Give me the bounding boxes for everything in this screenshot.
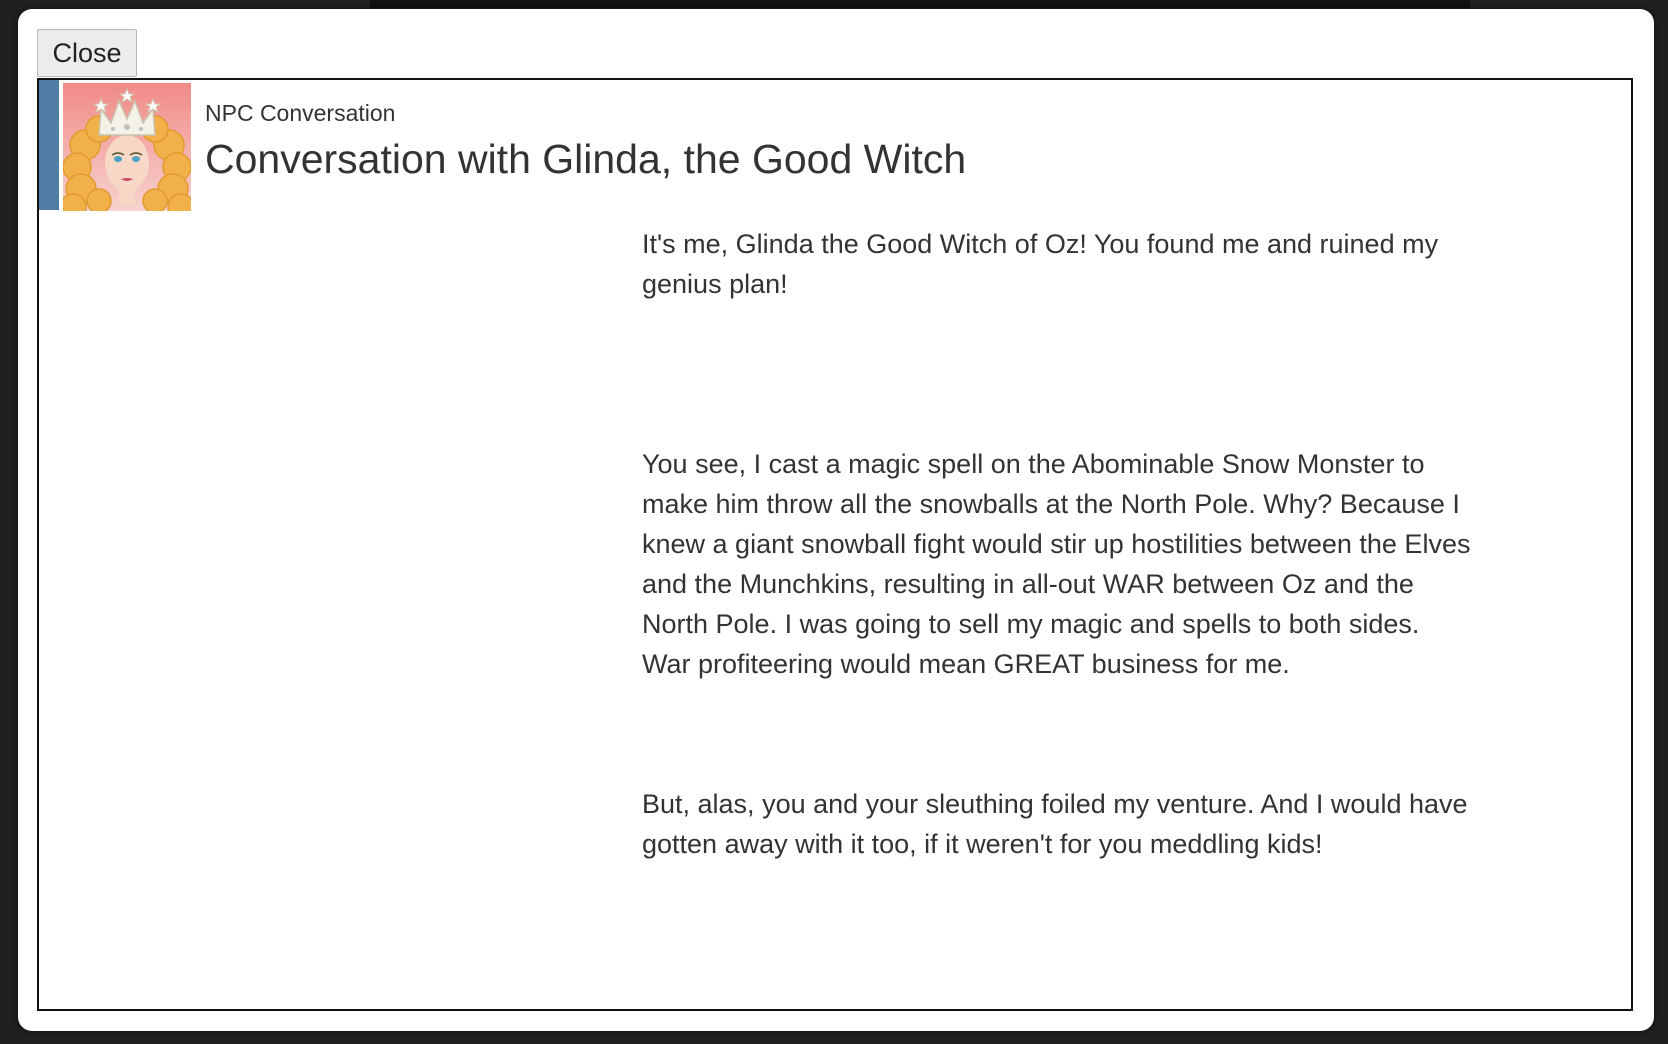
close-button[interactable]: Close xyxy=(37,29,137,77)
glinda-portrait-icon xyxy=(63,83,191,211)
dialogue-message: You see, I cast a magic spell on the Abo… xyxy=(642,449,1471,679)
dialogue-message: It's me, Glinda the Good Witch of Oz! Yo… xyxy=(642,229,1439,299)
dialogue-message: But, alas, you and your sleuthing foiled… xyxy=(642,789,1468,859)
page-title: Conversation with Glinda, the Good Witch xyxy=(205,136,967,182)
header-subtitle: NPC Conversation xyxy=(205,100,396,126)
conversation-panel: NPC Conversation Conversation with Glind… xyxy=(37,78,1633,1011)
backdrop-strip xyxy=(370,0,1470,8)
header-accent-bar xyxy=(39,80,59,210)
conversation-modal: Close NPC Conversation Conversation with… xyxy=(18,9,1654,1031)
